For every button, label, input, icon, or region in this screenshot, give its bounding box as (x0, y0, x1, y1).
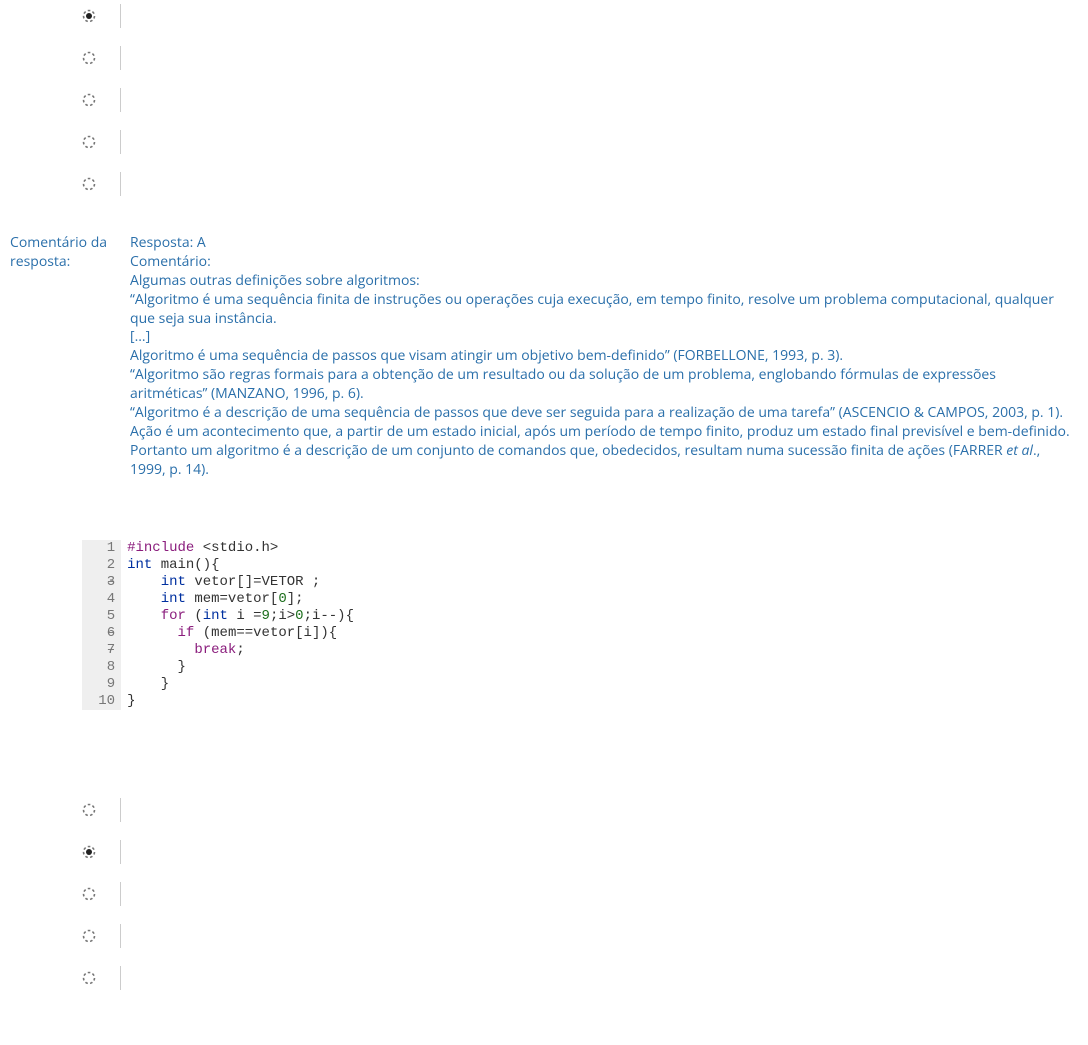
code-line: if (mem==vetor[i]){ (127, 625, 354, 642)
line-number: 2 – (90, 557, 115, 574)
question1-options (82, 6, 1078, 194)
comment-header: Comentário: (130, 253, 1072, 272)
radio-button[interactable] (82, 9, 96, 23)
option-row (82, 884, 1078, 904)
comment-line: [...] (130, 328, 1072, 347)
option-divider (120, 840, 121, 864)
option-divider (120, 172, 121, 196)
option-divider (120, 46, 121, 70)
radio-button[interactable] (82, 803, 96, 817)
option-row (82, 90, 1078, 110)
comment-line: “Algoritmo é a descrição de uma sequênci… (130, 404, 1072, 423)
comment-line: “Algoritmo são regras formais para a obt… (130, 366, 1072, 404)
radio-button[interactable] (82, 177, 96, 191)
line-number: 4 (90, 591, 115, 608)
option-divider (120, 798, 121, 822)
comment-line-last: Portanto um algoritmo é a descrição de u… (130, 442, 1072, 480)
line-number: 3 (90, 574, 115, 591)
text-italic: et al (1006, 441, 1033, 460)
line-number: 8 (90, 659, 115, 676)
option-divider (120, 924, 121, 948)
comment-label: Comentário da resposta: (10, 234, 130, 480)
line-number: 10 (90, 693, 115, 710)
comment-line: Ação é um acontecimento que, a partir de… (130, 423, 1072, 442)
code-line: break; (127, 642, 354, 659)
line-number: 9 (90, 676, 115, 693)
code-snippet: 1 2 – 3 4 5 – 6 – 7 8 9 10 #include <std… (82, 540, 354, 710)
option-divider (120, 882, 121, 906)
radio-button[interactable] (82, 93, 96, 107)
comment-line: Algoritmo é uma sequência de passos que … (130, 347, 1072, 366)
answer-comment-block: Comentário da resposta: Resposta: A Come… (10, 234, 1078, 480)
option-divider (120, 130, 121, 154)
option-row (82, 968, 1078, 988)
radio-button[interactable] (82, 51, 96, 65)
code-line: } (127, 676, 354, 693)
code-line: } (127, 659, 354, 676)
radio-button[interactable] (82, 887, 96, 901)
option-row (82, 6, 1078, 26)
code-line: for (int i =9;i>0;i--){ (127, 608, 354, 625)
option-divider (120, 4, 121, 28)
question2-options (82, 800, 1078, 988)
option-divider (120, 966, 121, 990)
text: Portanto um algoritmo é a descrição de u… (130, 441, 1006, 460)
option-row (82, 926, 1078, 946)
option-row (82, 174, 1078, 194)
code-gutter: 1 2 – 3 4 5 – 6 – 7 8 9 10 (82, 540, 121, 710)
radio-button[interactable] (82, 845, 96, 859)
line-number: 1 (90, 540, 115, 557)
comment-line: Algumas outras definições sobre algoritm… (130, 272, 1072, 291)
code-line: int main(){ (127, 557, 354, 574)
option-row (82, 132, 1078, 152)
option-row (82, 48, 1078, 68)
option-row (82, 800, 1078, 820)
option-row (82, 842, 1078, 862)
comment-line: “Algoritmo é uma sequência finita de ins… (130, 291, 1072, 329)
line-number: 5 – (90, 608, 115, 625)
option-divider (120, 88, 121, 112)
radio-button[interactable] (82, 135, 96, 149)
line-number: 7 (90, 642, 115, 659)
comment-body: Resposta: A Comentário: Algumas outras d… (130, 234, 1078, 480)
radio-button[interactable] (82, 971, 96, 985)
radio-button[interactable] (82, 929, 96, 943)
code-line: } (127, 693, 354, 710)
comment-answer-line: Resposta: A (130, 234, 1072, 253)
code-line: int mem=vetor[0]; (127, 591, 354, 608)
line-number: 6 – (90, 625, 115, 642)
code-source: #include <stdio.h> int main(){ int vetor… (121, 540, 354, 710)
code-line: int vetor[]=VETOR ; (127, 574, 354, 591)
code-line: #include <stdio.h> (127, 540, 354, 557)
